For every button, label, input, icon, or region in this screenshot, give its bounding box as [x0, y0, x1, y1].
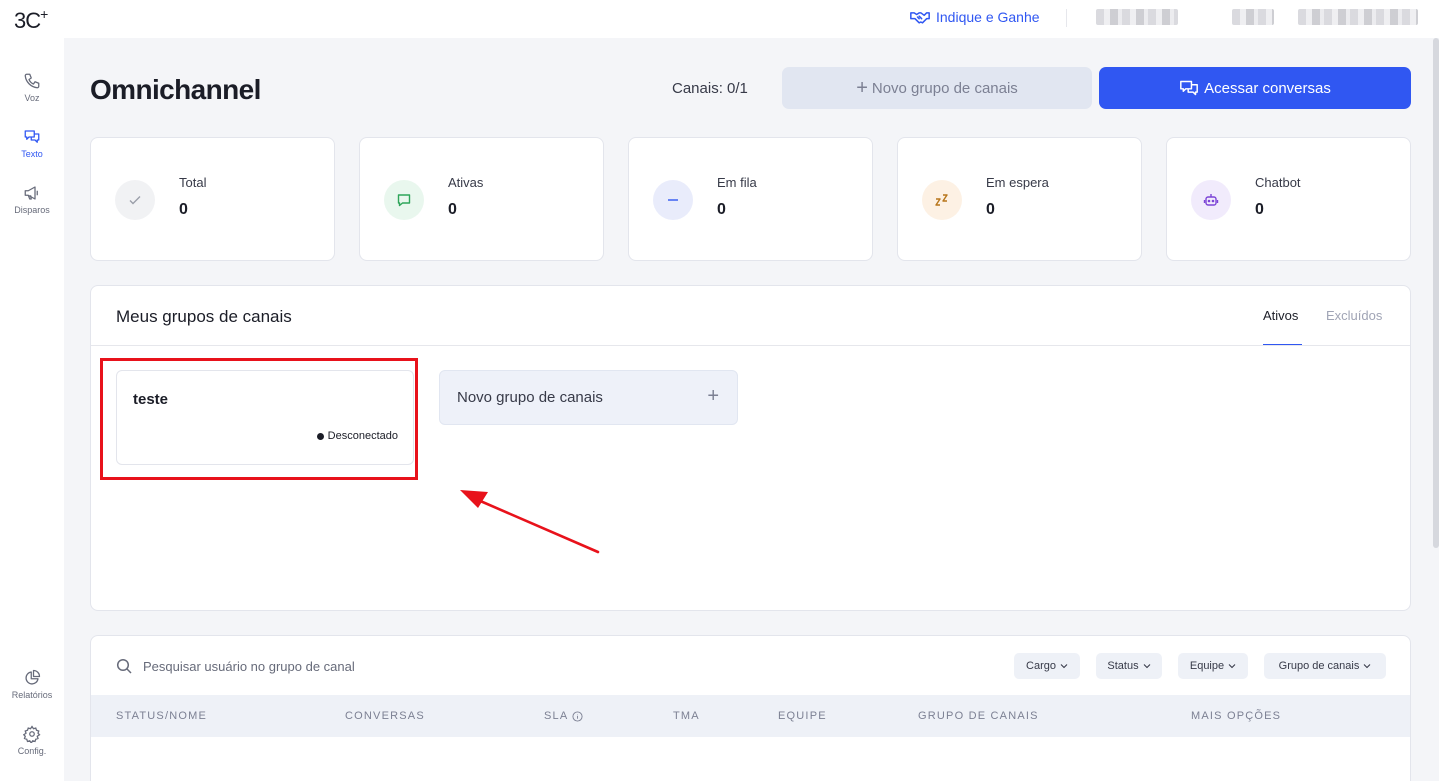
- filter-label: Status: [1107, 660, 1139, 672]
- filter-equipe[interactable]: Equipe: [1178, 653, 1248, 679]
- redacted-user-info: [1232, 9, 1274, 25]
- chevron-down-icon: [1060, 664, 1068, 669]
- filter-label: Grupo de canais: [1278, 660, 1360, 672]
- new-group-label: Novo grupo de canais: [457, 389, 603, 406]
- stat-card-chatbot: Chatbot 0: [1166, 137, 1411, 261]
- acessar-conversas-button[interactable]: Acessar conversas: [1099, 67, 1411, 109]
- sidebar-item-relatorios[interactable]: Relatórios: [0, 669, 64, 700]
- groups-title: Meus grupos de canais: [116, 307, 292, 326]
- phone-icon: [24, 73, 40, 89]
- novo-grupo-button[interactable]: + Novo grupo de canais: [782, 67, 1092, 109]
- chevron-down-icon: [1228, 664, 1236, 669]
- search-input[interactable]: [143, 654, 643, 678]
- column-sla[interactable]: SLA: [544, 710, 583, 722]
- chat-icon: [1180, 80, 1199, 96]
- redacted-user-info: [1096, 9, 1178, 25]
- users-panel: Cargo Status Equipe Grupo de canais STAT…: [90, 635, 1411, 781]
- chevron-down-icon: [1363, 664, 1371, 669]
- page-title: Omnichannel: [90, 74, 261, 105]
- chevron-down-icon: [1143, 664, 1150, 669]
- sidebar-item-disparos[interactable]: Disparos: [0, 184, 64, 215]
- top-divider: [1066, 9, 1067, 27]
- handshake-icon: [910, 12, 930, 24]
- sidebar-item-label: Relatórios: [11, 690, 53, 700]
- filter-label: Equipe: [1189, 660, 1225, 672]
- filter-status[interactable]: Status: [1096, 653, 1162, 679]
- scrollbar[interactable]: [1433, 38, 1439, 548]
- sidebar: Voz Texto Disparos Relatórios Config.: [0, 38, 64, 781]
- stat-value: 0: [179, 201, 188, 218]
- stat-label: Total: [179, 175, 207, 190]
- gear-icon: [23, 725, 41, 743]
- column-equipe[interactable]: EQUIPE: [778, 710, 827, 722]
- column-tma[interactable]: TMA: [673, 710, 700, 722]
- stat-label: Ativas: [448, 175, 484, 190]
- stat-card-em-fila: Em fila 0: [628, 137, 873, 261]
- sidebar-item-label: Disparos: [14, 205, 50, 215]
- stat-card-em-espera: Em espera 0: [897, 137, 1142, 261]
- indique-label: Indique e Ganhe: [936, 9, 1040, 25]
- plus-icon: +: [707, 385, 719, 407]
- stat-label: Chatbot: [1255, 175, 1301, 190]
- sleep-icon: [922, 180, 962, 220]
- acessar-label: Acessar conversas: [1204, 79, 1331, 97]
- redacted-user-menu[interactable]: [1298, 9, 1418, 25]
- sidebar-item-label: Voz: [24, 93, 40, 103]
- stat-label: Em fila: [717, 175, 757, 190]
- plus-icon: +: [856, 77, 868, 99]
- stat-value: 0: [1255, 201, 1264, 218]
- robot-icon: [1191, 180, 1231, 220]
- indique-e-ganhe-link[interactable]: Indique e Ganhe: [910, 9, 1040, 25]
- top-bar: 3C+ Indique e Ganhe: [0, 0, 1439, 38]
- column-grupo-de-canais[interactable]: GRUPO DE CANAIS: [918, 710, 1039, 722]
- filter-grupo-de-canais[interactable]: Grupo de canais: [1264, 653, 1386, 679]
- novo-grupo-label: Novo grupo de canais: [871, 79, 1018, 97]
- main-content: Omnichannel Canais: 0/1 + Novo grupo de …: [66, 38, 1439, 781]
- search-icon: [116, 658, 132, 674]
- app-logo[interactable]: 3C+: [14, 6, 48, 34]
- annotation-arrow-icon: [460, 490, 600, 554]
- column-mais-opcoes[interactable]: MAIS OPÇÕES: [1191, 710, 1281, 722]
- stat-value: 0: [717, 201, 726, 218]
- tab-excluidos[interactable]: Excluídos: [1326, 308, 1382, 323]
- stat-card-ativas: Ativas 0: [359, 137, 604, 261]
- check-icon: [115, 180, 155, 220]
- channel-groups-panel: Meus grupos de canais Ativos Excluídos t…: [90, 285, 1411, 611]
- info-icon[interactable]: [572, 710, 583, 722]
- divider: [91, 345, 1410, 346]
- sidebar-item-config[interactable]: Config.: [0, 725, 64, 756]
- sidebar-item-label: Texto: [21, 149, 43, 159]
- table-header: STATUS/NOME CONVERSAS SLA TMA EQUIPE GRU…: [91, 695, 1410, 737]
- highlight-box: [100, 358, 418, 480]
- megaphone-icon: [24, 186, 38, 200]
- canais-count: Canais: 0/1: [672, 80, 748, 97]
- filter-label: Cargo: [1026, 660, 1056, 672]
- stat-value: 0: [448, 201, 457, 218]
- minus-icon: [653, 180, 693, 220]
- pie-chart-icon: [25, 669, 41, 685]
- message-icon: [384, 180, 424, 220]
- stat-card-total: Total 0: [90, 137, 335, 261]
- filter-cargo[interactable]: Cargo: [1014, 653, 1080, 679]
- column-status-nome[interactable]: STATUS/NOME: [116, 710, 207, 722]
- new-channel-group-card[interactable]: Novo grupo de canais +: [439, 370, 738, 425]
- chat-icon: [24, 130, 40, 143]
- column-conversas[interactable]: CONVERSAS: [345, 710, 425, 722]
- tab-ativos[interactable]: Ativos: [1263, 308, 1298, 323]
- stat-value: 0: [986, 201, 995, 218]
- sidebar-item-label: Config.: [17, 746, 47, 756]
- sidebar-item-voz[interactable]: Voz: [0, 72, 64, 103]
- stat-label: Em espera: [986, 175, 1049, 190]
- sidebar-item-texto[interactable]: Texto: [0, 128, 64, 159]
